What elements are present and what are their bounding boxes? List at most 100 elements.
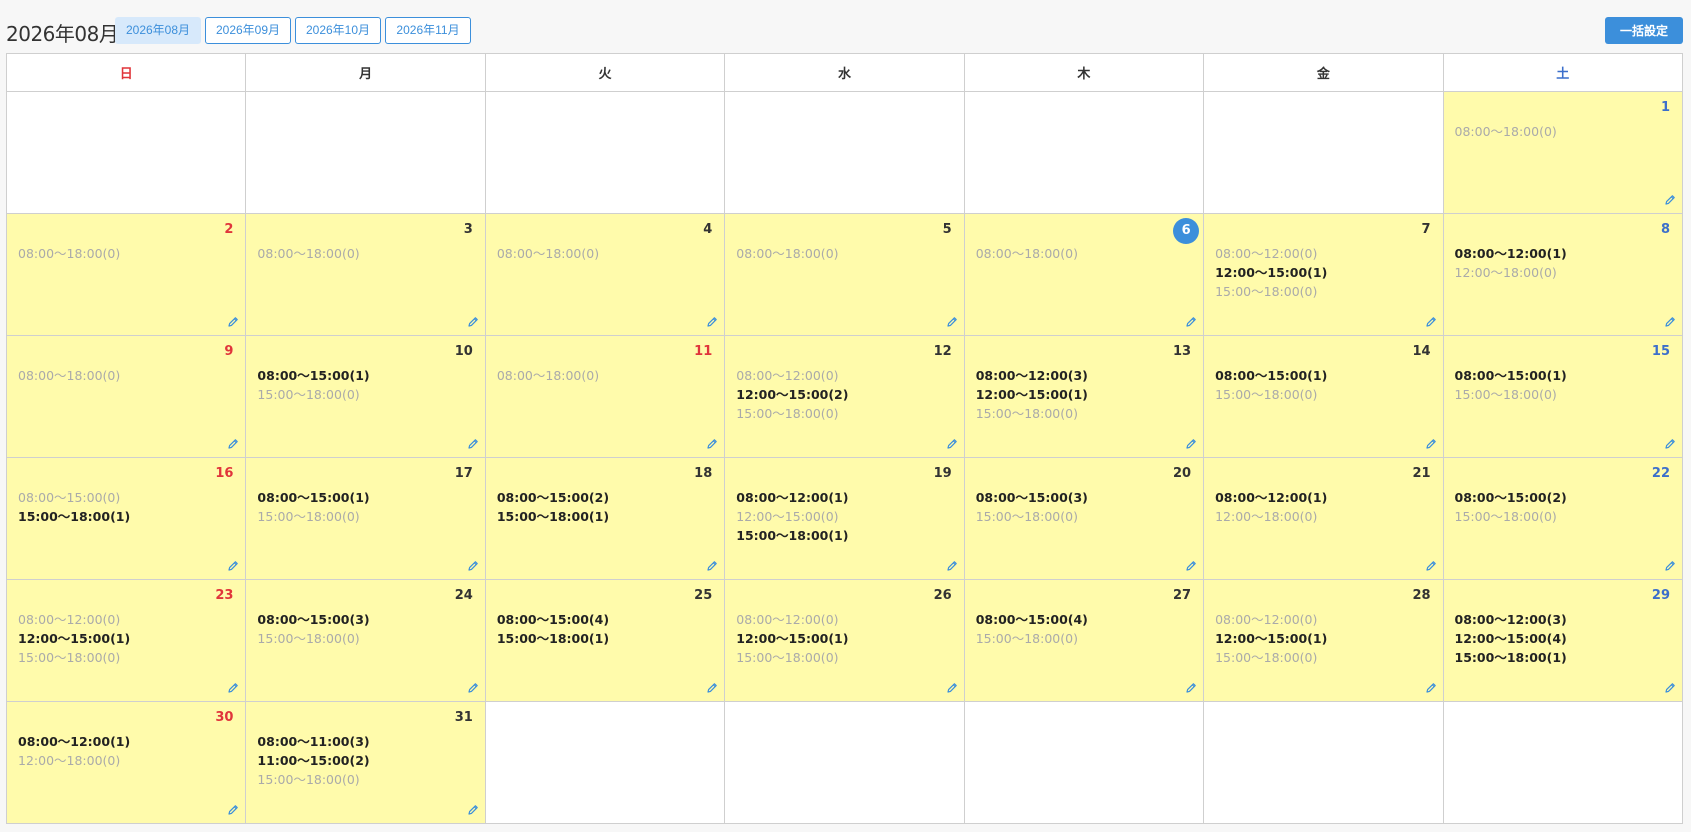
time-slot-list: 08:00〜12:00(0) 12:00〜15:00(1) 15:00〜18:00(… <box>1215 244 1327 301</box>
time-slot-empty: 08:00〜18:00(0) <box>1454 124 1557 139</box>
calendar-grid: 日 月 火 水 木 金 土 1 08:00〜18:00(0) 2 08:00〜18:0… <box>5 53 1684 824</box>
time-slot-list: 08:00〜18:00(0) <box>497 366 599 385</box>
day-cell-content: 21 08:00〜12:00(1) 12:00〜18:00(0) <box>1204 458 1442 578</box>
pencil-icon[interactable] <box>1425 682 1437 694</box>
pencil-icon[interactable] <box>467 438 479 450</box>
time-slot-empty: 15:00〜18:00(0) <box>1454 387 1557 402</box>
pencil-icon[interactable] <box>1664 560 1676 572</box>
pencil-icon[interactable] <box>946 682 958 694</box>
pencil-icon[interactable] <box>1185 438 1197 450</box>
time-slot-booked: 12:00〜15:00(1) <box>1215 265 1328 280</box>
day-number: 22 <box>1651 466 1670 481</box>
day-number: 16 <box>215 466 234 481</box>
calendar-day-cell: 2 08:00〜18:00(0) <box>5 213 247 336</box>
calendar-week-row: 30 08:00〜12:00(1) 12:00〜18:00(0) 31 08:00〜11… <box>5 701 1684 824</box>
calendar-day-cell: 15 08:00〜15:00(1) 15:00〜18:00(0) <box>1442 335 1684 458</box>
month-tab-2026-10[interactable]: 2026年10月 <box>295 17 381 44</box>
day-cell-content: 16 08:00〜15:00(0) 15:00〜18:00(1) <box>7 458 245 578</box>
pencil-icon[interactable] <box>706 560 718 572</box>
time-slot-list: 08:00〜18:00(0) <box>18 366 120 385</box>
calendar-day-cell: 3 08:00〜18:00(0) <box>245 213 486 336</box>
pencil-icon[interactable] <box>1185 560 1197 572</box>
time-slot-empty: 08:00〜18:00(0) <box>257 246 360 261</box>
time-slot-empty: 15:00〜18:00(0) <box>257 631 360 646</box>
pencil-icon[interactable] <box>227 682 239 694</box>
calendar-cell-empty <box>1203 701 1444 824</box>
pencil-icon[interactable] <box>227 804 239 816</box>
time-slot-list: 08:00〜18:00(0) <box>1455 122 1557 141</box>
time-slot-booked: 08:00〜11:00(3) <box>257 734 370 749</box>
day-number: 28 <box>1412 588 1431 603</box>
bulk-settings-button[interactable]: 一括設定 <box>1605 17 1683 44</box>
time-slot-empty: 15:00〜18:00(0) <box>1215 387 1318 402</box>
day-number: 24 <box>454 588 473 603</box>
pencil-icon[interactable] <box>1664 316 1676 328</box>
pencil-icon[interactable] <box>227 438 239 450</box>
day-number: 29 <box>1651 588 1670 603</box>
month-tab-2026-08[interactable]: 2026年08月 <box>115 17 201 44</box>
pencil-icon[interactable] <box>227 560 239 572</box>
pencil-icon[interactable] <box>227 316 239 328</box>
calendar-cell-empty <box>245 91 486 214</box>
day-cell-content: 1 08:00〜18:00(0) <box>1444 92 1682 212</box>
day-cell-content: 23 08:00〜12:00(0) 12:00〜15:00(1) 15:00〜18:0… <box>7 580 245 700</box>
day-cell-content: 22 08:00〜15:00(2) 15:00〜18:00(0) <box>1444 458 1682 578</box>
time-slot-booked: 15:00〜18:00(1) <box>1454 650 1567 665</box>
pencil-icon[interactable] <box>1425 438 1437 450</box>
time-slot-booked: 12:00〜15:00(1) <box>1215 631 1328 646</box>
calendar-cell-empty <box>1442 701 1684 824</box>
pencil-icon[interactable] <box>1664 682 1676 694</box>
calendar-week-row: 1 08:00〜18:00(0) <box>5 91 1684 214</box>
time-slot-list: 08:00〜11:00(3) 11:00〜15:00(2) 15:00〜18:00(… <box>257 732 369 789</box>
pencil-icon[interactable] <box>706 682 718 694</box>
day-cell-content: 19 08:00〜12:00(1) 12:00〜15:00(0) 15:00〜18:0… <box>725 458 963 578</box>
calendar-day-cell: 13 08:00〜12:00(3) 12:00〜15:00(1) 15:00〜18:0… <box>963 335 1205 458</box>
pencil-icon[interactable] <box>706 316 718 328</box>
pencil-icon[interactable] <box>706 438 718 450</box>
calendar-day-cell: 30 08:00〜12:00(1) 12:00〜18:00(0) <box>5 701 247 824</box>
time-slot-booked: 08:00〜15:00(1) <box>1454 368 1567 383</box>
day-cell-content: 28 08:00〜12:00(0) 12:00〜15:00(1) 15:00〜18:0… <box>1204 580 1442 700</box>
time-slot-list: 08:00〜18:00(0) <box>257 244 359 263</box>
day-number: 9 <box>224 344 234 359</box>
pencil-icon[interactable] <box>1664 194 1676 206</box>
pencil-icon[interactable] <box>1185 682 1197 694</box>
time-slot-list: 08:00〜15:00(3) 15:00〜18:00(0) <box>257 610 369 648</box>
pencil-icon[interactable] <box>467 560 479 572</box>
pencil-icon[interactable] <box>1425 560 1437 572</box>
pencil-icon[interactable] <box>1185 316 1197 328</box>
month-tab-2026-09[interactable]: 2026年09月 <box>205 17 291 44</box>
weekday-tue: 火 <box>484 53 726 92</box>
time-slot-empty: 08:00〜15:00(0) <box>18 490 121 505</box>
month-tab-2026-11[interactable]: 2026年11月 <box>385 17 471 44</box>
time-slot-booked: 15:00〜18:00(1) <box>496 509 610 524</box>
pencil-icon[interactable] <box>1664 438 1676 450</box>
calendar-day-cell: 10 08:00〜15:00(1) 15:00〜18:00(0) <box>245 335 486 458</box>
time-slot-list: 08:00〜15:00(4) 15:00〜18:00(0) <box>976 610 1088 648</box>
time-slot-list: 08:00〜15:00(1) 15:00〜18:00(0) <box>257 488 369 526</box>
day-number: 18 <box>694 466 713 481</box>
weekday-mon: 月 <box>245 53 486 92</box>
calendar-day-cell: 26 08:00〜12:00(0) 12:00〜15:00(1) 15:00〜18:0… <box>724 579 965 702</box>
weekday-wed: 水 <box>724 53 965 92</box>
calendar-day-cell: 22 08:00〜15:00(2) 15:00〜18:00(0) <box>1442 457 1684 580</box>
time-slot-booked: 08:00〜15:00(1) <box>1215 368 1328 383</box>
time-slot-list: 08:00〜15:00(1) 15:00〜18:00(0) <box>257 366 369 404</box>
calendar-day-cell: 20 08:00〜15:00(3) 15:00〜18:00(0) <box>963 457 1205 580</box>
calendar-page: 2026年08月 2026年08月 2026年09月 2026年10月 2026… <box>0 0 1691 832</box>
time-slot-empty: 08:00〜12:00(0) <box>736 368 839 383</box>
calendar-cell-empty <box>5 91 247 214</box>
time-slot-list: 08:00〜12:00(0) 12:00〜15:00(1) 15:00〜18:00(… <box>736 610 848 667</box>
pencil-icon[interactable] <box>946 560 958 572</box>
pencil-icon[interactable] <box>467 804 479 816</box>
pencil-icon[interactable] <box>467 682 479 694</box>
pencil-icon[interactable] <box>467 316 479 328</box>
time-slot-booked: 08:00〜12:00(1) <box>1454 246 1567 261</box>
pencil-icon[interactable] <box>1425 316 1437 328</box>
time-slot-booked: 11:00〜15:00(2) <box>257 753 370 768</box>
calendar-cell-empty <box>724 701 965 824</box>
pencil-icon[interactable] <box>946 316 958 328</box>
day-cell-content: 29 08:00〜12:00(3) 12:00〜15:00(4) 15:00〜18:0… <box>1444 580 1682 700</box>
time-slot-booked: 12:00〜15:00(4) <box>1454 631 1567 646</box>
pencil-icon[interactable] <box>946 438 958 450</box>
